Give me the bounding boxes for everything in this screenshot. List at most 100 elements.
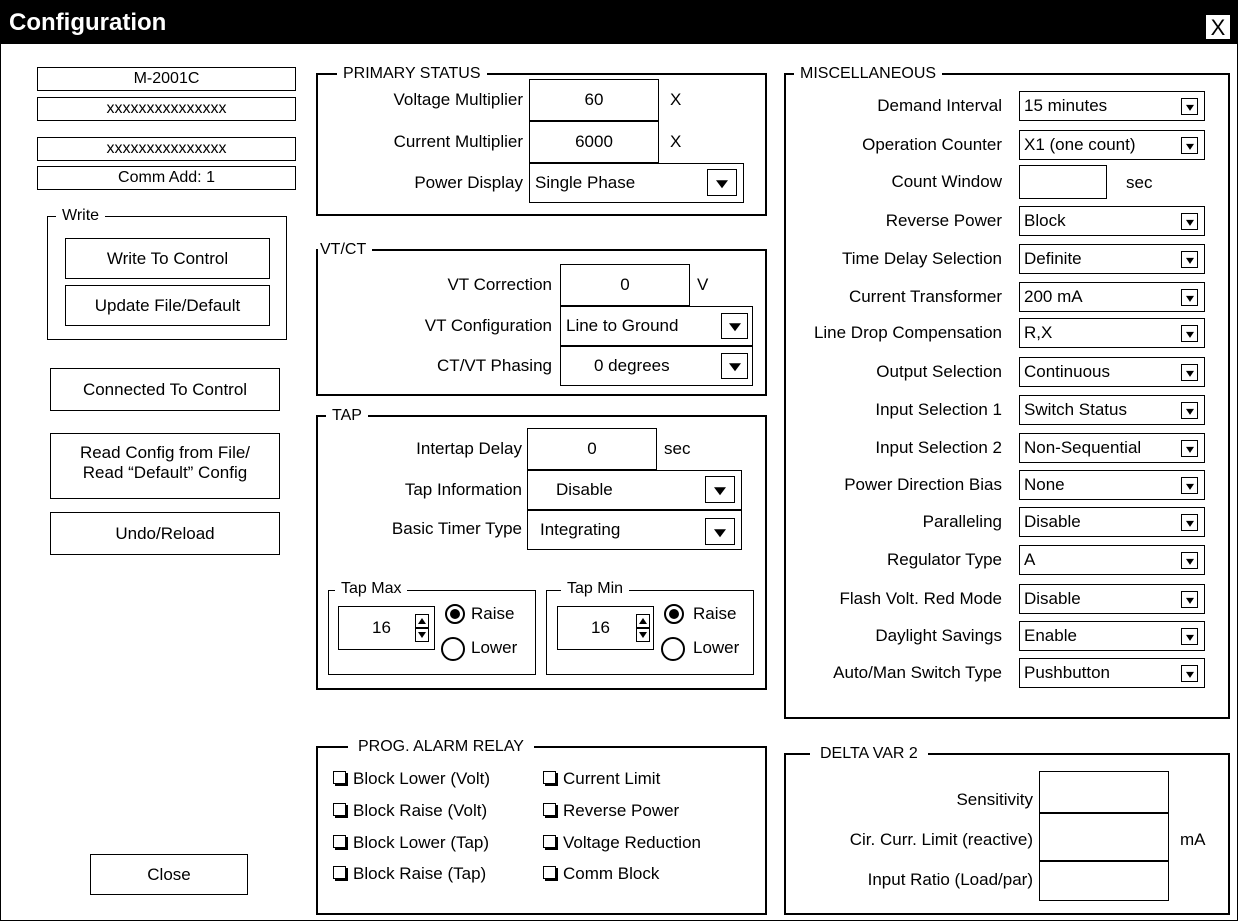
demand-interval-select[interactable]: 15 minutes — [1019, 91, 1205, 121]
tap-information-select[interactable]: Disable — [527, 470, 742, 510]
paralleling-select[interactable]: Disable — [1019, 507, 1205, 537]
checkbox-icon[interactable] — [543, 866, 556, 879]
power-display-label: Power Display — [414, 173, 523, 192]
current-multiplier-label: Current Multiplier — [393, 132, 523, 151]
dropdown-arrow-icon[interactable] — [1181, 98, 1198, 115]
dropdown-arrow-icon[interactable] — [721, 353, 748, 379]
dropdown-arrow-icon[interactable] — [1181, 325, 1198, 342]
intertap-delay-input[interactable]: 0 — [527, 428, 657, 470]
voltage-reduction-checkbox[interactable]: Voltage Reduction — [543, 833, 701, 853]
block-raise-volt-checkbox[interactable]: Block Raise (Volt) — [333, 801, 487, 821]
dropdown-arrow-icon[interactable] — [1181, 665, 1198, 682]
dropdown-arrow-icon[interactable] — [1181, 213, 1198, 230]
connected-to-control-button[interactable]: Connected To Control — [50, 368, 280, 411]
dropdown-arrow-icon[interactable] — [1181, 402, 1198, 419]
comm-block-checkbox[interactable]: Comm Block — [543, 864, 659, 884]
primary-status-legend: PRIMARY STATUS — [337, 65, 487, 83]
dropdown-arrow-icon[interactable] — [705, 476, 735, 503]
checkbox-icon[interactable] — [543, 803, 556, 816]
input-ratio-input[interactable] — [1039, 861, 1169, 901]
prog-alarm-relay-legend: PROG. ALARM RELAY — [348, 738, 534, 756]
current-transformer-select[interactable]: 200 mA — [1019, 282, 1205, 312]
basic-timer-select[interactable]: Integrating — [527, 510, 742, 550]
current-multiplier-input[interactable]: 6000 — [529, 121, 659, 163]
ct-vt-phasing-select[interactable]: 0 degrees — [560, 346, 753, 386]
time-delay-selection-label: Time Delay Selection — [842, 249, 1002, 268]
block-lower-tap-checkbox[interactable]: Block Lower (Tap) — [333, 833, 489, 853]
dropdown-arrow-icon[interactable] — [1181, 628, 1198, 645]
title-bar: Configuration X — [0, 0, 1238, 44]
close-button[interactable]: Close — [90, 854, 248, 895]
checkbox-label: Block Lower (Tap) — [353, 833, 490, 852]
dropdown-arrow-icon[interactable] — [1181, 591, 1198, 608]
tap-min-legend: Tap Min — [561, 580, 630, 598]
close-window-button[interactable]: X — [1205, 14, 1231, 40]
dropdown-arrow-icon[interactable] — [1181, 477, 1198, 494]
circ-curr-limit-input[interactable] — [1039, 813, 1169, 861]
write-to-control-button[interactable]: Write To Control — [65, 238, 270, 279]
dropdown-arrow-icon[interactable] — [1181, 440, 1198, 457]
vt-correction-label: VT Correction — [447, 275, 552, 294]
input-selection-2-select[interactable]: Non-Sequential — [1019, 433, 1205, 463]
checkbox-icon[interactable] — [333, 835, 346, 848]
spin-up-icon[interactable] — [415, 614, 429, 628]
input-selection-2-label: Input Selection 2 — [875, 438, 1002, 457]
dropdown-arrow-icon[interactable] — [1181, 364, 1198, 381]
read-config-button[interactable]: Read Config from File/ Read “Default” Co… — [50, 433, 280, 499]
time-delay-selection-select[interactable]: Definite — [1019, 244, 1205, 274]
sensitivity-label: Sensitivity — [956, 790, 1033, 809]
reverse-power-label: Reverse Power — [885, 211, 1002, 230]
spin-down-icon[interactable] — [415, 628, 429, 642]
spin-up-icon[interactable] — [636, 614, 650, 628]
block-raise-tap-checkbox[interactable]: Block Raise (Tap) — [333, 864, 486, 884]
vtct-legend: VT/CT — [318, 241, 373, 259]
intertap-delay-label: Intertap Delay — [416, 439, 522, 458]
operation-counter-value: X1 (one count) — [1024, 135, 1136, 154]
flash-volt-red-mode-select[interactable]: Disable — [1019, 584, 1205, 614]
line-drop-compensation-select[interactable]: R,X — [1019, 318, 1205, 348]
current-limit-checkbox[interactable]: Current Limit — [543, 769, 660, 789]
dropdown-arrow-icon[interactable] — [1181, 137, 1198, 154]
operation-counter-select[interactable]: X1 (one count) — [1019, 130, 1205, 160]
auto-man-switch-type-select[interactable]: Pushbutton — [1019, 658, 1205, 688]
spin-down-icon[interactable] — [636, 628, 650, 642]
dropdown-arrow-icon[interactable] — [1181, 289, 1198, 306]
checkbox-label: Block Lower (Volt) — [353, 769, 490, 788]
checkbox-icon[interactable] — [543, 835, 556, 848]
dropdown-arrow-icon[interactable] — [1181, 251, 1198, 268]
checkbox-icon[interactable] — [333, 771, 346, 784]
input-ratio-label: Input Ratio (Load/par) — [867, 870, 1033, 889]
vt-configuration-select[interactable]: Line to Ground — [560, 306, 753, 346]
reverse-power-checkbox[interactable]: Reverse Power — [543, 801, 679, 821]
write-legend: Write — [56, 207, 106, 225]
dropdown-arrow-icon[interactable] — [721, 313, 748, 339]
input-selection-1-select[interactable]: Switch Status — [1019, 395, 1205, 425]
tap-min-raise-radio[interactable] — [664, 604, 684, 624]
tap-max-lower-radio[interactable] — [441, 637, 465, 661]
checkbox-icon[interactable] — [543, 771, 556, 784]
regulator-type-value: A — [1024, 550, 1036, 569]
undo-reload-button[interactable]: Undo/Reload — [50, 512, 280, 555]
count-window-input[interactable] — [1019, 165, 1107, 199]
dropdown-arrow-icon[interactable] — [707, 169, 737, 196]
power-display-select[interactable]: Single Phase — [529, 163, 744, 203]
output-selection-select[interactable]: Continuous — [1019, 357, 1205, 387]
checkbox-icon[interactable] — [333, 803, 346, 816]
tap-min-lower-radio[interactable] — [661, 637, 685, 661]
tap-max-raise-radio[interactable] — [445, 604, 465, 624]
reverse-power-select[interactable]: Block — [1019, 206, 1205, 236]
regulator-type-select[interactable]: A — [1019, 545, 1205, 575]
dropdown-arrow-icon[interactable] — [1181, 514, 1198, 531]
daylight-savings-select[interactable]: Enable — [1019, 621, 1205, 651]
power-direction-bias-select[interactable]: None — [1019, 470, 1205, 500]
dropdown-arrow-icon[interactable] — [1181, 552, 1198, 569]
vt-correction-input[interactable]: 0 — [560, 264, 690, 306]
user-line-1: xxxxxxxxxxxxxxx — [37, 97, 296, 121]
ct-vt-phasing-label: CT/VT Phasing — [437, 356, 552, 375]
block-lower-volt-checkbox[interactable]: Block Lower (Volt) — [333, 769, 490, 789]
dropdown-arrow-icon[interactable] — [705, 518, 735, 545]
voltage-multiplier-input[interactable]: 60 — [529, 79, 659, 121]
sensitivity-input[interactable] — [1039, 771, 1169, 813]
checkbox-icon[interactable] — [333, 866, 346, 879]
update-file-default-button[interactable]: Update File/Default — [65, 285, 270, 326]
